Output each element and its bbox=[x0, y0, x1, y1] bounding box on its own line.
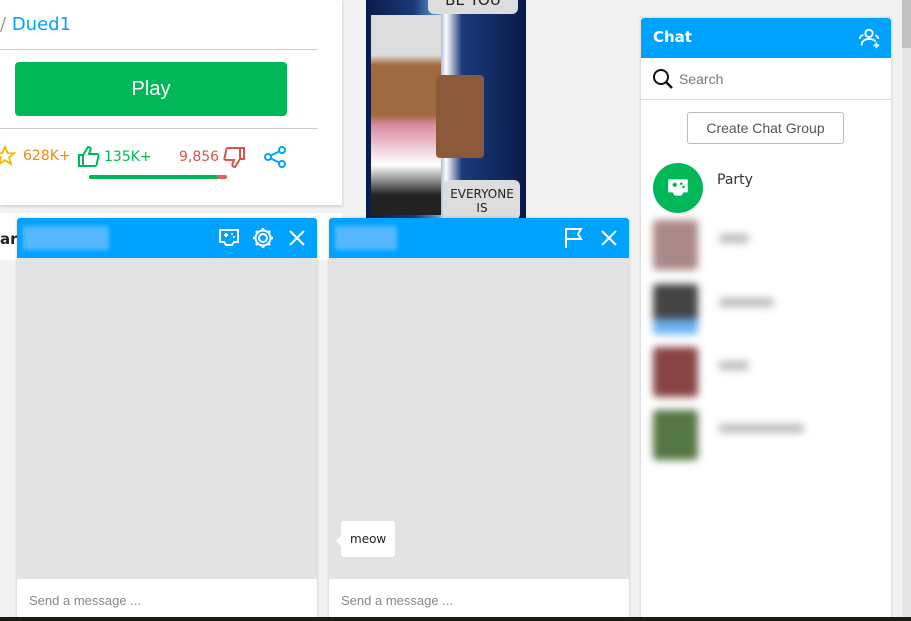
friend-name bbox=[719, 298, 774, 307]
game-icon bbox=[668, 179, 688, 196]
caption-bottom: EVERYONE IS bbox=[444, 180, 520, 220]
friend-item[interactable] bbox=[651, 280, 886, 338]
divider bbox=[0, 128, 318, 129]
caption-top: BE YOU bbox=[428, 0, 518, 14]
game-icon[interactable] bbox=[217, 226, 241, 250]
avatar bbox=[653, 410, 698, 460]
page-scrollbar[interactable] bbox=[902, 0, 911, 617]
game-details-card: / Dued1 Play 628K+ 135K+ 9,856 bbox=[0, 0, 342, 205]
friend-item[interactable] bbox=[651, 406, 886, 464]
message-input[interactable] bbox=[17, 579, 317, 621]
close-icon[interactable] bbox=[597, 226, 621, 250]
thumbs-up-icon bbox=[78, 145, 100, 167]
creator-link[interactable]: Dued1 bbox=[12, 14, 71, 35]
flag-icon[interactable] bbox=[562, 226, 586, 250]
share-icon bbox=[264, 146, 286, 168]
chat-panel: Chat Create Chat Group Party bbox=[641, 18, 891, 621]
share-button[interactable] bbox=[263, 145, 287, 169]
chat-search bbox=[641, 58, 891, 100]
chat-panel-title: Chat bbox=[653, 28, 692, 46]
party-item[interactable]: Party bbox=[653, 163, 873, 213]
taskbar-edge bbox=[0, 617, 911, 621]
friend-name bbox=[719, 234, 749, 243]
downvote-button[interactable]: 9,856 bbox=[179, 145, 246, 169]
creator-line: / Dued1 bbox=[0, 14, 72, 35]
chat-window-header[interactable] bbox=[17, 218, 317, 258]
friend-item[interactable] bbox=[651, 343, 886, 401]
close-icon[interactable] bbox=[285, 226, 309, 250]
message-input[interactable] bbox=[329, 579, 629, 621]
chat-window-2: meow bbox=[329, 218, 629, 621]
friend-name bbox=[719, 424, 804, 433]
upvote-button[interactable]: 135K+ bbox=[77, 145, 152, 169]
play-button[interactable]: Play bbox=[15, 62, 287, 116]
chat-window-1 bbox=[17, 218, 317, 621]
thumbs-down-icon bbox=[223, 147, 246, 169]
chat-window-title bbox=[23, 226, 109, 250]
vote-ratio-fill bbox=[89, 175, 218, 179]
downvote-count: 9,856 bbox=[179, 149, 220, 165]
search-icon bbox=[653, 68, 673, 89]
avatar bbox=[653, 220, 698, 270]
favorite-button[interactable]: 628K+ bbox=[0, 145, 71, 167]
divider bbox=[0, 49, 318, 50]
friend-item[interactable] bbox=[651, 216, 886, 274]
party-avatar bbox=[653, 163, 703, 213]
chat-panel-header[interactable]: Chat bbox=[641, 18, 891, 58]
favorite-count: 628K+ bbox=[23, 148, 71, 164]
star-icon bbox=[0, 145, 16, 167]
search-input[interactable] bbox=[679, 70, 879, 87]
create-chat-group-button[interactable]: Create Chat Group bbox=[687, 112, 844, 144]
vote-ratio-bar bbox=[89, 175, 227, 179]
avatar-figure bbox=[371, 15, 441, 215]
message-area bbox=[17, 258, 317, 579]
game-thumbnail: BE YOU EVERYONE IS bbox=[366, 0, 526, 220]
chat-window-title bbox=[335, 226, 397, 250]
friend-name bbox=[719, 361, 749, 370]
scrollbar-thumb[interactable] bbox=[902, 0, 911, 48]
upvote-count: 135K+ bbox=[104, 149, 152, 165]
add-friends-icon[interactable] bbox=[857, 26, 881, 50]
avatar bbox=[653, 347, 698, 397]
message-bubble: meow bbox=[335, 521, 396, 557]
chat-window-header[interactable] bbox=[329, 218, 629, 258]
avatar bbox=[653, 284, 698, 334]
message-area: meow bbox=[329, 258, 629, 579]
party-label: Party bbox=[717, 172, 753, 188]
gear-icon[interactable] bbox=[251, 226, 275, 250]
avatar-hand bbox=[436, 75, 484, 158]
